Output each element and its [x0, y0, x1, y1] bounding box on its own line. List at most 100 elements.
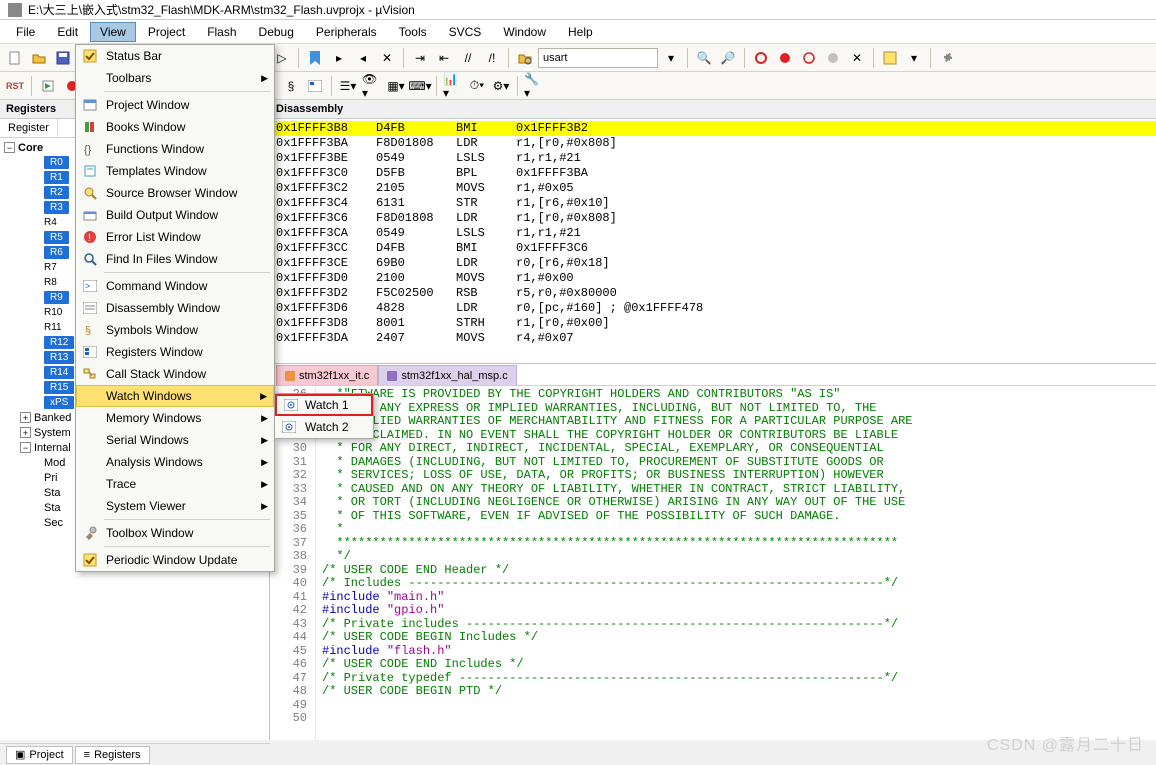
disasm-row[interactable]: 0x1FFFF3CE69B0LDRr0,[r6,#0x18]	[270, 256, 1156, 271]
indent-icon[interactable]: ⇥	[409, 47, 431, 69]
disasm-row[interactable]: 0x1FFFF3CA0549LSLSr1,r1,#21	[270, 226, 1156, 241]
view-menu-error-list-window[interactable]: !Error List Window	[76, 226, 274, 248]
view-menu-books-window[interactable]: Books Window	[76, 116, 274, 138]
search-dd-icon[interactable]: ▾	[660, 47, 682, 69]
view-menu-registers-window[interactable]: Registers Window	[76, 341, 274, 363]
find-icon[interactable]	[514, 47, 536, 69]
view-menu-command-window[interactable]: >Command Window	[76, 275, 274, 297]
view-menu-build-output-window[interactable]: Build Output Window	[76, 204, 274, 226]
view-menu-templates-window[interactable]: Templates Window	[76, 160, 274, 182]
run-icon[interactable]	[37, 75, 59, 97]
menu-help[interactable]: Help	[558, 22, 603, 42]
enable-bp-icon[interactable]	[798, 47, 820, 69]
view-menu-disassembly-window[interactable]: Disassembly Window	[76, 297, 274, 319]
disasm-row[interactable]: 0x1FFFF3D64828LDRr0,[pc,#160] ; @0x1FFFF…	[270, 301, 1156, 316]
menu-debug[interactable]: Debug	[249, 22, 304, 42]
separator	[403, 48, 404, 68]
registers-window-icon[interactable]	[304, 75, 326, 97]
disasm-row[interactable]: 0x1FFFF3B8D4FBBMI0x1FFFF3B2	[270, 121, 1156, 136]
trace-window-icon[interactable]: ⏱▾	[466, 75, 488, 97]
view-menu-source-browser-window[interactable]: Source Browser Window	[76, 182, 274, 204]
configure-icon[interactable]	[936, 47, 958, 69]
memory-window-icon[interactable]: ▦▾	[385, 75, 407, 97]
menu-svcs[interactable]: SVCS	[439, 22, 492, 42]
disasm-row[interactable]: 0x1FFFF3DA2407MOVSr4,#0x07	[270, 331, 1156, 346]
watch-submenu-watch-2[interactable]: Watch 2	[275, 416, 373, 438]
watch-window-icon[interactable]: 👁▾	[361, 75, 383, 97]
menu-view[interactable]: View	[90, 22, 136, 42]
bookmark-icon[interactable]	[304, 47, 326, 69]
disasm-row[interactable]: 0x1FFFF3C46131STRr1,[r6,#0x10]	[270, 196, 1156, 211]
save-icon[interactable]	[52, 47, 74, 69]
view-menu-periodic-window-update[interactable]: Periodic Window Update	[76, 549, 274, 571]
disasm-row[interactable]: 0x1FFFF3C22105MOVSr1,#0x05	[270, 181, 1156, 196]
disasm-row[interactable]: 0x1FFFF3D88001STRHr1,[r0,#0x00]	[270, 316, 1156, 331]
comment-icon[interactable]: //	[457, 47, 479, 69]
disable-bp-icon[interactable]	[822, 47, 844, 69]
disasm-row[interactable]: 0x1FFFF3BAF8D01808LDRr1,[r0,#0x808]	[270, 136, 1156, 151]
menu-edit[interactable]: Edit	[47, 22, 88, 42]
find-in-files-icon[interactable]: 🔍	[693, 47, 715, 69]
bottom-tab-project[interactable]: ▣ Project	[6, 746, 73, 764]
view-menu-analysis-windows[interactable]: Analysis Windows▶	[76, 451, 274, 473]
view-menu-call-stack-window[interactable]: Call Stack Window	[76, 363, 274, 385]
view-menu-system-viewer[interactable]: System Viewer▶	[76, 495, 274, 517]
outdent-icon[interactable]: ⇤	[433, 47, 455, 69]
disasm-row[interactable]: 0x1FFFF3D02100MOVSr1,#0x00	[270, 271, 1156, 286]
menu-file[interactable]: File	[6, 22, 45, 42]
symbols-window-icon[interactable]: §	[280, 75, 302, 97]
search-combo[interactable]: usart	[538, 48, 658, 68]
tab-stm32f1xx-it[interactable]: stm32f1xx_it.c	[276, 365, 378, 385]
view-menu-memory-windows[interactable]: Memory Windows▶	[76, 407, 274, 429]
open-file-icon[interactable]	[28, 47, 50, 69]
menu-tools[interactable]: Tools	[389, 22, 437, 42]
disasm-row[interactable]: 0x1FFFF3D2F5C02500RSBr5,r0,#0x80000	[270, 286, 1156, 301]
kill-bp-icon[interactable]: ✕	[846, 47, 868, 69]
view-menu-trace[interactable]: Trace▶	[76, 473, 274, 495]
view-menu-functions-window[interactable]: {}Functions Window	[76, 138, 274, 160]
debug-start-icon[interactable]	[750, 47, 772, 69]
bookmark-clear-icon[interactable]: ✕	[376, 47, 398, 69]
view-menu-toolbox-window[interactable]: Toolbox Window	[76, 522, 274, 544]
disasm-row[interactable]: 0x1FFFF3C0D5FBBPL0x1FFFF3BA	[270, 166, 1156, 181]
disassembly-view[interactable]: 0x1FFFF3B8D4FBBMI0x1FFFF3B20x1FFFF3BAF8D…	[270, 119, 1156, 364]
bookmark-next-icon[interactable]: ▸	[328, 47, 350, 69]
incremental-icon[interactable]: 🔎	[717, 47, 739, 69]
view-menu-toolbars[interactable]: Toolbars▶	[76, 67, 274, 89]
menu-item-label: Watch Windows	[106, 389, 192, 403]
serial-window-icon[interactable]: ⌨▾	[409, 75, 431, 97]
watch-submenu-watch-1[interactable]: Watch 1	[275, 394, 373, 416]
menu-item-label: Status Bar	[106, 49, 162, 63]
disasm-row[interactable]: 0x1FFFF3C6F8D01808LDRr1,[r0,#0x808]	[270, 211, 1156, 226]
menu-project[interactable]: Project	[138, 22, 195, 42]
bottom-tab-registers[interactable]: ≡ Registers	[75, 746, 150, 764]
reset-icon[interactable]: RST	[4, 75, 26, 97]
system-viewer-icon[interactable]: ⚙▾	[490, 75, 512, 97]
file-icon	[285, 371, 295, 381]
new-file-icon[interactable]	[4, 47, 26, 69]
toolbox-icon[interactable]: 🔧▾	[523, 75, 545, 97]
bookmark-prev-icon[interactable]: ◂	[352, 47, 374, 69]
disasm-row[interactable]: 0x1FFFF3BE0549LSLSr1,r1,#21	[270, 151, 1156, 166]
menu-separator	[104, 272, 270, 273]
code-editor[interactable]: 2627282930313233343536373839404142434445…	[270, 386, 1156, 740]
view-menu-status-bar[interactable]: Status Bar	[76, 45, 274, 67]
insert-bp-icon[interactable]	[774, 47, 796, 69]
callstack-window-icon[interactable]: ☰▾	[337, 75, 359, 97]
tab-stm32f1xx-hal-msp[interactable]: stm32f1xx_hal_msp.c	[378, 365, 516, 385]
view-menu-find-in-files-window[interactable]: Find In Files Window	[76, 248, 274, 270]
editor-code[interactable]: *"FTWARE IS PROVIDED BY THE COPYRIGHT HO…	[316, 386, 1156, 740]
reg-icon	[82, 344, 98, 360]
menu-flash[interactable]: Flash	[197, 22, 246, 42]
menu-peripherals[interactable]: Peripherals	[306, 22, 387, 42]
view-menu-serial-windows[interactable]: Serial Windows▶	[76, 429, 274, 451]
menu-window[interactable]: Window	[493, 22, 556, 42]
disasm-row[interactable]: 0x1FFFF3CCD4FBBMI0x1FFFF3C6	[270, 241, 1156, 256]
view-menu-watch-windows[interactable]: Watch Windows▶	[76, 385, 274, 407]
view-menu-symbols-window[interactable]: §Symbols Window	[76, 319, 274, 341]
view-menu-project-window[interactable]: Project Window	[76, 94, 274, 116]
uncomment-icon[interactable]: /!	[481, 47, 503, 69]
window-layout-icon[interactable]	[879, 47, 901, 69]
window-dd-icon[interactable]: ▾	[903, 47, 925, 69]
analysis-window-icon[interactable]: 📊▾	[442, 75, 464, 97]
